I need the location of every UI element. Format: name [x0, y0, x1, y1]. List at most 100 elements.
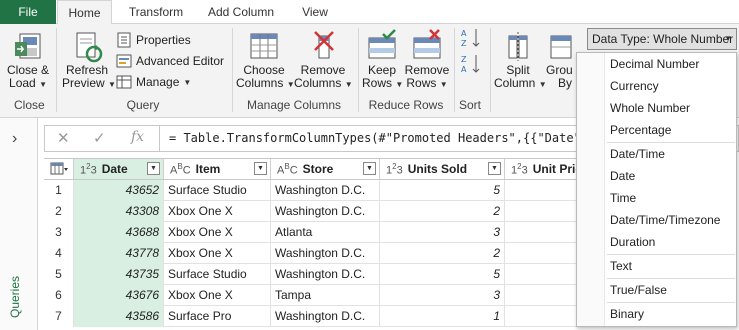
tab-transform[interactable]: Transform: [118, 0, 194, 24]
column-header-date[interactable]: 123 Date ▼: [74, 159, 164, 179]
cell-date[interactable]: 43586: [74, 306, 164, 327]
table-menu-button[interactable]: [44, 159, 74, 179]
remove-rows-button[interactable]: Remove Rows ▼: [404, 28, 450, 91]
cell-units-sold[interactable]: 3: [380, 222, 505, 243]
menu-item-text[interactable]: Text: [610, 256, 632, 276]
group-separator: [490, 28, 491, 112]
text-type-icon[interactable]: ABC: [277, 162, 298, 177]
refresh-preview-button[interactable]: Refresh Preview ▼: [62, 28, 116, 91]
menu-item-whole-number[interactable]: Whole Number: [610, 98, 690, 118]
row-number: 2: [44, 201, 74, 222]
cell-date[interactable]: 43735: [74, 264, 164, 285]
menu-item-date-time[interactable]: Date/Time: [610, 144, 665, 164]
group-separator: [358, 28, 359, 112]
filter-dropdown-icon[interactable]: ▼: [488, 162, 501, 175]
queries-pane-label[interactable]: Queries: [8, 276, 22, 318]
chevron-right-icon[interactable]: ›: [12, 130, 17, 148]
table-row[interactable]: 5 43735 Surface Studio Washington D.C. 5: [44, 264, 604, 285]
table-row[interactable]: 4 43778 Xbox One X Washington D.C. 2: [44, 243, 604, 264]
choose-columns-button[interactable]: Choose Columns ▼: [236, 28, 295, 91]
close-load-icon: [11, 28, 45, 64]
tab-view[interactable]: View: [293, 0, 337, 24]
split-column-button[interactable]: Split Column ▼: [494, 28, 547, 91]
grid-header-row: 123 Date ▼ ABC Item ▼ ABC Store ▼ 123 Un…: [44, 158, 604, 180]
filter-dropdown-icon[interactable]: ▼: [254, 162, 267, 175]
cell-store[interactable]: Washington D.C.: [271, 243, 380, 264]
manage-label: Manage: [136, 75, 180, 89]
data-type-dropdown-button[interactable]: Data Type: Whole Number ▼: [587, 28, 737, 50]
fx-icon[interactable]: fx: [131, 129, 144, 145]
menu-item-true-false[interactable]: True/False: [610, 280, 667, 300]
remove-rows-icon: [412, 28, 442, 64]
remove-columns-button[interactable]: Remove Columns ▼: [294, 28, 353, 91]
table-row[interactable]: 7 43586 Surface Pro Washington D.C. 1: [44, 306, 604, 327]
close-load-button[interactable]: Close & Load ▼: [4, 28, 52, 91]
column-header-item[interactable]: ABC Item ▼: [164, 159, 271, 179]
table-row[interactable]: 2 43308 Xbox One X Washington D.C. 2: [44, 201, 604, 222]
cell-date[interactable]: 43652: [74, 180, 164, 201]
filter-dropdown-icon[interactable]: ▼: [147, 162, 160, 175]
cell-date[interactable]: 43676: [74, 285, 164, 306]
table-row[interactable]: 3 43688 Xbox One X Atlanta 3: [44, 222, 604, 243]
cell-units-sold[interactable]: 3: [380, 285, 505, 306]
cell-item[interactable]: Surface Pro: [164, 306, 271, 327]
menu-item-time[interactable]: Time: [610, 188, 636, 208]
cell-store[interactable]: Washington D.C.: [271, 264, 380, 285]
whole-number-type-icon[interactable]: 123: [511, 162, 528, 177]
tab-file[interactable]: File: [0, 0, 56, 24]
manage-button[interactable]: Manage ▼: [116, 72, 191, 92]
table-row[interactable]: 1 43652 Surface Studio Washington D.C. 5: [44, 180, 604, 201]
menu-gutter: [577, 53, 605, 326]
table-row[interactable]: 6 43676 Xbox One X Tampa 3: [44, 285, 604, 306]
group-separator: [454, 28, 455, 112]
column-header-units-sold[interactable]: 123 Units Sold ▼: [380, 159, 505, 179]
whole-number-type-icon[interactable]: 123: [80, 162, 97, 177]
cell-store[interactable]: Washington D.C.: [271, 201, 380, 222]
cell-item[interactable]: Xbox One X: [164, 243, 271, 264]
check-icon[interactable]: ✓: [93, 129, 106, 147]
cell-date[interactable]: 43778: [74, 243, 164, 264]
cell-units-sold[interactable]: 5: [380, 264, 505, 285]
cell-units-sold[interactable]: 5: [380, 180, 505, 201]
cell-units-sold[interactable]: 2: [380, 201, 505, 222]
cell-units-sold[interactable]: 1: [380, 306, 505, 327]
data-grid: 123 Date ▼ ABC Item ▼ ABC Store ▼ 123 Un…: [44, 158, 604, 330]
chevron-down-icon: ▼: [724, 34, 732, 43]
cell-store[interactable]: Washington D.C.: [271, 306, 380, 327]
advanced-editor-icon: [116, 54, 132, 68]
sort-ascending-button[interactable]: A Z: [460, 28, 482, 48]
menu-item-decimal-number[interactable]: Decimal Number: [610, 54, 699, 74]
cell-item[interactable]: Surface Studio: [164, 264, 271, 285]
whole-number-type-icon[interactable]: 123: [386, 162, 403, 177]
cancel-icon[interactable]: ✕: [57, 129, 70, 147]
filter-dropdown-icon[interactable]: ▼: [363, 162, 376, 175]
menu-item-date[interactable]: Date: [610, 166, 635, 186]
formula-text[interactable]: = Table.TransformColumnTypes(#"Promoted …: [169, 131, 617, 145]
cell-item[interactable]: Xbox One X: [164, 285, 271, 306]
cell-date[interactable]: 43308: [74, 201, 164, 222]
tab-home[interactable]: Home: [57, 0, 112, 25]
column-header-store[interactable]: ABC Store ▼: [271, 159, 380, 179]
cell-store[interactable]: Washington D.C.: [271, 180, 380, 201]
cell-store[interactable]: Atlanta: [271, 222, 380, 243]
keep-rows-button[interactable]: Keep Rows ▼: [362, 28, 403, 91]
tab-add-column[interactable]: Add Column: [199, 0, 283, 24]
advanced-editor-button[interactable]: Advanced Editor: [116, 51, 224, 71]
menu-item-duration[interactable]: Duration: [610, 232, 655, 252]
menu-item-percentage[interactable]: Percentage: [610, 120, 671, 140]
split-column-label-2: Column ▼: [494, 76, 547, 90]
cell-item[interactable]: Xbox One X: [164, 222, 271, 243]
group-by-button[interactable]: Grou By: [546, 28, 576, 90]
text-type-icon[interactable]: ABC: [170, 162, 191, 177]
sort-descending-button[interactable]: Z A: [460, 54, 482, 74]
menu-item-binary[interactable]: Binary: [610, 304, 644, 324]
menu-item-currency[interactable]: Currency: [610, 76, 659, 96]
cell-units-sold[interactable]: 2: [380, 243, 505, 264]
cell-date[interactable]: 43688: [74, 222, 164, 243]
cell-store[interactable]: Tampa: [271, 285, 380, 306]
cell-item[interactable]: Surface Studio: [164, 180, 271, 201]
menu-item-date-time-timezone[interactable]: Date/Time/Timezone: [610, 210, 720, 230]
cell-item[interactable]: Xbox One X: [164, 201, 271, 222]
properties-button[interactable]: Properties: [116, 30, 191, 50]
queries-pane: › Queries: [0, 118, 38, 330]
